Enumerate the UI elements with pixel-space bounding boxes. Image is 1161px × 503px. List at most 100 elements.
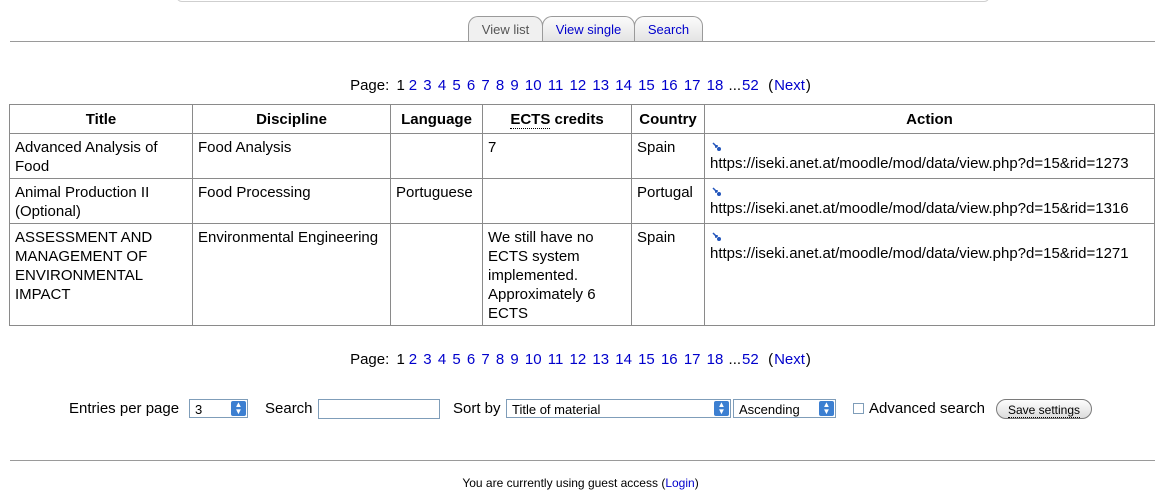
paging-links: 2 3 4 5 6 7 8 9 10 11 12 13 14 15 16 17 … [408,351,729,368]
page-link[interactable]: 5 [452,77,460,94]
cell-discipline: Food Analysis [192,133,391,179]
tab-view-single[interactable]: View single [542,16,635,42]
save-settings-label: Save settings [1007,403,1081,418]
link-icon[interactable] [712,142,722,152]
cell-title: Advanced Analysis of Food [9,133,193,179]
page-link[interactable]: 10 [525,77,542,94]
page-link[interactable]: 18 [707,77,724,94]
guest-access-close: ) [694,476,699,490]
cell-action: https://iseki.anet.at/moodle/mod/data/vi… [704,133,1155,179]
sort-order-value: Ascending [739,402,800,417]
page-link[interactable]: 13 [592,77,609,94]
cell-action: https://iseki.anet.at/moodle/mod/data/vi… [704,178,1155,224]
paging-bottom: Page: 12 3 4 5 6 7 8 9 10 11 12 13 14 15… [350,351,811,368]
tab-search-link[interactable]: Search [648,22,689,37]
page-link[interactable]: 8 [496,351,504,368]
table-row: ASSESSMENT AND MANAGEMENT OF ENVIRONMENT… [9,223,1155,326]
footer-divider [10,460,1155,461]
page-link[interactable]: 7 [481,77,489,94]
cell-language [390,223,483,326]
tab-view-list[interactable]: View list [468,16,543,42]
page-link[interactable]: 14 [615,77,632,94]
link-icon[interactable] [712,232,722,242]
select-arrows-icon: ▲ ▼ [231,401,246,416]
entries-label: Entries per page [69,400,180,417]
sort-order-select[interactable]: Ascending ▲ ▼ [733,399,836,418]
paging-label: Page: [350,351,390,368]
save-settings-button[interactable]: Save settings [996,399,1092,419]
page-link[interactable]: 3 [423,351,431,368]
entries-value: 3 [195,402,203,417]
page-link[interactable]: 16 [661,351,678,368]
sort-field-value: Title of material [512,402,601,417]
page-link[interactable]: 11 [548,351,564,368]
cell-country: Spain [631,133,705,179]
paging-next[interactable]: Next [774,351,805,368]
page-link[interactable]: 6 [467,351,475,368]
page-link[interactable]: 12 [570,77,587,94]
page-link[interactable]: 17 [684,77,701,94]
page-link[interactable]: 15 [638,77,655,94]
tab-search[interactable]: Search [634,16,703,42]
footer: You are currently using guest access (Lo… [0,476,1161,490]
paging-label: Page: [350,77,390,94]
paging-last[interactable]: 52 [742,351,759,368]
cell-country: Spain [631,223,705,326]
paging-links: 2 3 4 5 6 7 8 9 10 11 12 13 14 15 16 17 … [408,77,729,94]
page-link[interactable]: 2 [409,77,417,94]
cell-title: ASSESSMENT AND MANAGEMENT OF ENVIRONMENT… [9,223,193,326]
page-link[interactable]: 14 [615,351,632,368]
page-link[interactable]: 5 [452,351,460,368]
cell-ects: We still have no ECTS system implemented… [482,223,632,326]
record-url: https://iseki.anet.at/moodle/mod/data/vi… [710,245,1129,262]
search-input[interactable] [318,399,440,419]
guest-access-text: You are currently using guest access ( [462,476,666,490]
page-link[interactable]: 18 [707,351,724,368]
sort-field-select[interactable]: Title of material ▲ ▼ [506,399,731,418]
advanced-search-checkbox[interactable] [853,403,864,414]
tab-view-single-link[interactable]: View single [556,22,622,37]
tab-divider [10,41,1155,42]
cell-ects [482,178,632,224]
page-link[interactable]: 9 [510,77,518,94]
cell-discipline: Food Processing [192,178,391,224]
paging-top: Page: 12 3 4 5 6 7 8 9 10 11 12 13 14 15… [350,77,811,94]
page-link[interactable]: 11 [548,77,564,94]
cell-language [390,133,483,179]
page-link[interactable]: 4 [438,77,446,94]
page-link[interactable]: 15 [638,351,655,368]
page-link[interactable]: 10 [525,351,542,368]
page-link[interactable]: 13 [592,351,609,368]
page-link[interactable]: 3 [423,77,431,94]
page-link[interactable]: 6 [467,77,475,94]
paging-current: 1 [396,77,405,94]
cell-discipline: Environmental Engineering [192,223,391,326]
search-label: Search [265,400,313,417]
top-frame [176,0,990,2]
page-link[interactable]: 8 [496,77,504,94]
page-link[interactable]: 2 [409,351,417,368]
header-discipline: Discipline [192,104,391,134]
paging-next[interactable]: Next [774,77,805,94]
link-icon[interactable] [712,187,722,197]
table-row: Animal Production II (Optional) Food Pro… [9,178,1155,224]
records-table: Title Discipline Language ECTS credits C… [9,104,1155,326]
select-arrows-icon: ▲ ▼ [714,401,729,416]
entries-select[interactable]: 3 ▲ ▼ [189,399,248,418]
header-country: Country [631,104,705,134]
cell-language: Portuguese [390,178,483,224]
cell-country: Portugal [631,178,705,224]
login-link[interactable]: Login [665,476,694,490]
page-link[interactable]: 16 [661,77,678,94]
page-link[interactable]: 12 [570,351,587,368]
paging-last[interactable]: 52 [742,77,759,94]
header-action: Action [704,104,1155,134]
page-link[interactable]: 9 [510,351,518,368]
page-link[interactable]: 4 [438,351,446,368]
cell-title: Animal Production II (Optional) [9,178,193,224]
page-link[interactable]: 17 [684,351,701,368]
list-settings-bar: Entries per page 3 ▲ ▼ Search Sort by Tit… [0,398,1161,422]
table-row: Advanced Analysis of Food Food Analysis … [9,133,1155,179]
paging-ellipsis: ... [728,77,742,94]
page-link[interactable]: 7 [481,351,489,368]
